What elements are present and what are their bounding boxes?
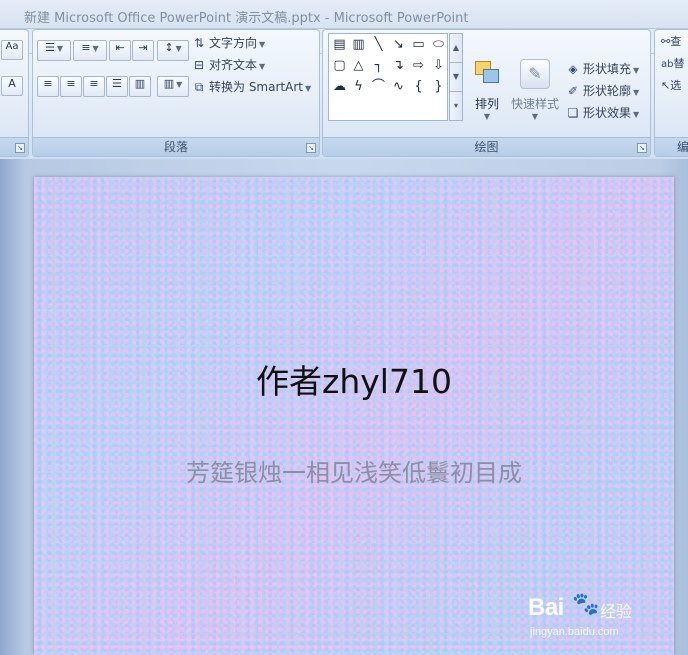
pen-outline-icon: ✐: [567, 84, 579, 98]
left-brace-shape-icon[interactable]: {: [409, 77, 428, 96]
increase-indent-icon: ⇥: [138, 41, 148, 54]
line-spacing-button[interactable]: ↕ ▼: [157, 40, 189, 61]
elbow-arrow-connector-shape-icon[interactable]: ↴: [389, 56, 408, 75]
shape-outline-button[interactable]: ✐ 形状轮廓 ▼: [565, 82, 639, 99]
bullets-button[interactable]: ☰ ▼: [37, 40, 71, 61]
paragraph-group: ☰ ▼ ≡ ▼ ⇤ ⇥ ↕ ▼ ≡ ≡ ≡ ☰ ▥ ▥ ▼ ⇅ 文字方向 ▼ ⊟ 对齐文本 ▼ …: [32, 29, 320, 157]
decrease-indent-button[interactable]: ⇤: [109, 40, 131, 61]
shapes-gallery[interactable]: ▤ ▥ ╲ ↘ ▭ ⬭ ▢ △ ┐ ↴ ⇨ ⇩ ☁ ϟ ⌒ ∿ { }: [328, 33, 448, 121]
align-right-icon: ≡: [89, 77, 99, 90]
watermark-suffix: 经验: [600, 602, 633, 621]
arrange-icon: [473, 59, 501, 87]
arrange-button[interactable]: 排列 ▼: [470, 59, 504, 129]
gallery-up-icon[interactable]: ▲: [450, 34, 462, 63]
quick-styles-icon: ✎: [520, 59, 550, 89]
align-text-icon: ⊟: [193, 58, 205, 72]
text-box-shape-icon[interactable]: ▤: [330, 35, 349, 54]
align-center-icon: ≡: [66, 77, 76, 90]
justify-icon: ☰: [112, 77, 122, 90]
triangle-shape-icon[interactable]: △: [349, 56, 368, 75]
convert-smartart-button[interactable]: ⧉ 转换为 SmartArt ▼: [191, 78, 311, 95]
font-color-icon: A: [8, 77, 16, 90]
slide-subtitle[interactable]: 芳筵银烛一相见浅笑低鬟初目成: [34, 453, 674, 488]
vertical-text-box-shape-icon[interactable]: ▥: [349, 35, 368, 54]
paw-icon: 🐾: [572, 592, 600, 617]
quick-styles-button[interactable]: ✎ 快速样式 ▼: [509, 59, 561, 129]
font-group-partial: Aa A ↘: [0, 29, 29, 157]
align-left-icon: ≡: [43, 77, 53, 90]
slide-title[interactable]: 作者zhyl710: [34, 355, 674, 403]
find-button[interactable]: ⚯查: [661, 33, 681, 49]
text-direction-icon: ⇅: [193, 36, 205, 50]
columns-icon: ▥: [163, 77, 175, 90]
right-arrow-shape-icon[interactable]: ⇨: [409, 56, 428, 75]
title-bar: 新建 Microsoft Office PowerPoint 演示文稿.pptx…: [0, 0, 688, 29]
distributed-icon: ▥: [134, 77, 146, 90]
pointer-icon: ↖: [661, 79, 671, 92]
bullets-icon: ☰: [44, 41, 55, 54]
numbering-icon: ≡: [81, 41, 91, 54]
window-title: 新建 Microsoft Office PowerPoint 演示文稿.pptx…: [24, 11, 469, 26]
lightning-shape-icon[interactable]: ϟ: [349, 77, 368, 96]
change-case-button[interactable]: Aa: [1, 40, 23, 60]
select-button[interactable]: ↖选: [661, 77, 681, 93]
curve-shape-icon[interactable]: ∿: [389, 77, 408, 96]
replace-button[interactable]: ab替: [661, 55, 684, 71]
shape-fill-button[interactable]: ◈ 形状填充 ▼: [565, 60, 639, 77]
right-brace-shape-icon[interactable]: }: [429, 77, 448, 96]
numbering-button[interactable]: ≡ ▼: [73, 40, 107, 61]
arrow-line-shape-icon[interactable]: ↘: [389, 35, 408, 54]
align-text-button[interactable]: ⊟ 对齐文本 ▼: [191, 56, 265, 73]
watermark-brand: Bai: [528, 594, 564, 621]
decrease-indent-icon: ⇤: [115, 41, 125, 54]
paint-bucket-icon: ◈: [568, 62, 578, 76]
change-case-icon: Aa: [5, 41, 19, 52]
line-shape-icon[interactable]: ╲: [369, 35, 388, 54]
gallery-more-icon[interactable]: ▾: [450, 92, 462, 121]
down-arrow-shape-icon[interactable]: ⇩: [429, 56, 448, 75]
shape-effects-button[interactable]: ❏ 形状效果 ▼: [565, 104, 640, 121]
line-spacing-icon: ↕: [164, 41, 174, 54]
baidu-jingyan-watermark: Bai 🐾 经验 jingyan.baidu.com: [528, 588, 678, 648]
drawing-group-label: 绘图: [323, 137, 650, 156]
font-dialog-launcher-icon[interactable]: ↘: [15, 143, 25, 153]
shape-effects-icon: ❏: [567, 106, 579, 120]
rounded-rectangle-shape-icon[interactable]: ▢: [330, 56, 349, 75]
gallery-down-icon[interactable]: ▼: [450, 63, 462, 92]
rectangle-shape-icon[interactable]: ▭: [409, 35, 428, 54]
replace-icon: ab: [661, 59, 674, 70]
align-center-button[interactable]: ≡: [60, 76, 82, 97]
slide-canvas[interactable]: 作者zhyl710 芳筵银烛一相见浅笑低鬟初目成: [34, 177, 674, 655]
watermark-url: jingyan.baidu.com: [530, 626, 619, 638]
drawing-dialog-launcher-icon[interactable]: ↘: [637, 143, 647, 153]
arc-shape-icon[interactable]: ⌒: [369, 77, 388, 96]
font-color-button[interactable]: A: [1, 76, 23, 96]
columns-button[interactable]: ▥ ▼: [157, 76, 189, 97]
binoculars-icon: ⚯: [661, 35, 671, 48]
shapes-gallery-scroll[interactable]: ▲ ▼ ▾: [449, 33, 463, 121]
align-left-button[interactable]: ≡: [37, 76, 59, 97]
increase-indent-button[interactable]: ⇥: [132, 40, 154, 61]
elbow-connector-shape-icon[interactable]: ┐: [369, 56, 388, 75]
justify-button[interactable]: ☰: [106, 76, 128, 97]
align-right-button[interactable]: ≡: [83, 76, 105, 97]
text-direction-button[interactable]: ⇅ 文字方向 ▼: [191, 34, 265, 51]
distributed-button[interactable]: ▥: [129, 76, 151, 97]
editing-group: ⚯查 ab替 ↖选 编: [654, 29, 688, 157]
smartart-icon: ⧉: [194, 80, 204, 94]
paragraph-group-label: 段落: [33, 137, 319, 156]
editing-group-label: 编: [655, 137, 688, 156]
oval-shape-icon[interactable]: ⬭: [429, 35, 448, 54]
paragraph-dialog-launcher-icon[interactable]: ↘: [306, 143, 316, 153]
cloud-shape-icon[interactable]: ☁: [330, 77, 349, 96]
